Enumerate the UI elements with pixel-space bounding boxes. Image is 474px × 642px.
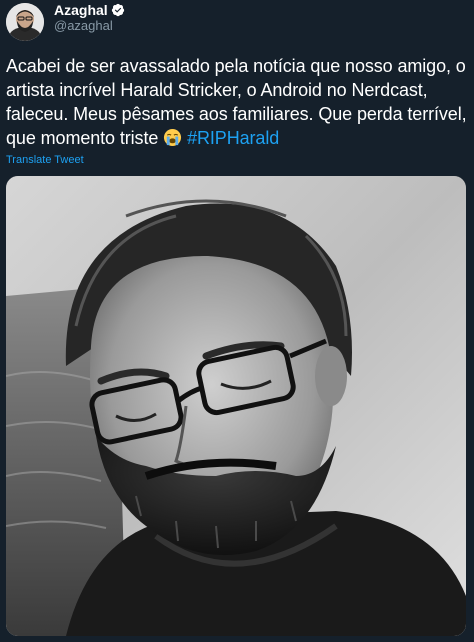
name-row: Azaghal [54, 2, 125, 18]
handle[interactable]: @azaghal [54, 18, 125, 34]
tweet: Azaghal @azaghal Acabei de ser avassalad… [0, 0, 474, 642]
tweet-header: Azaghal @azaghal [6, 0, 125, 44]
author-names: Azaghal @azaghal [54, 2, 125, 34]
avatar[interactable] [6, 3, 44, 41]
loudly-crying-face-icon [163, 128, 182, 147]
translate-tweet-link[interactable]: Translate Tweet [6, 154, 84, 166]
tweet-text: Acabei de ser avassalado pela notícia qu… [6, 54, 470, 150]
hashtag-link[interactable]: #RIPHarald [187, 128, 279, 148]
display-name[interactable]: Azaghal [54, 2, 108, 18]
verified-badge-icon [111, 3, 125, 17]
tweet-photo[interactable] [6, 176, 466, 636]
